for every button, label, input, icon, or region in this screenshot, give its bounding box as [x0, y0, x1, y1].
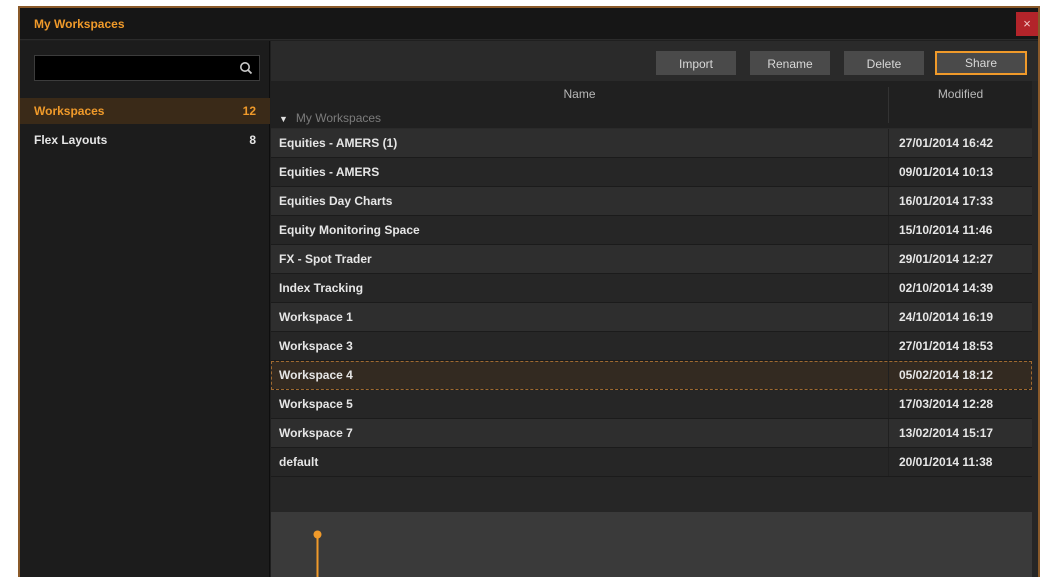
workspace-table: Name Modified ▼ My Workspaces Equities - …: [271, 81, 1032, 477]
workspace-name-cell: Workspace 7: [279, 426, 353, 440]
table-row[interactable]: default 20/01/2014 11:38: [271, 448, 1032, 477]
workspace-name-cell: Index Tracking: [279, 281, 364, 295]
modified-date-cell: 13/02/2014 15:17: [888, 419, 1032, 447]
table-row[interactable]: Equities - AMERS 09/01/2014 10:13: [271, 158, 1032, 187]
modified-date-cell: 09/01/2014 10:13: [888, 158, 1032, 186]
workspace-name-cell: default: [279, 455, 319, 469]
column-header-modified[interactable]: Modified: [888, 87, 1032, 123]
main-panel: Import Rename Delete Share Name Modified…: [271, 41, 1038, 577]
table-row[interactable]: Workspace 5 17/03/2014 12:28: [271, 390, 1032, 419]
workspace-name-cell: Equities - AMERS (1): [279, 136, 398, 150]
table-row[interactable]: Workspace 4 05/02/2014 18:12: [271, 361, 1032, 390]
modified-date-cell: 27/01/2014 16:42: [888, 129, 1032, 157]
modified-date-cell: 05/02/2014 18:12: [888, 361, 1032, 389]
sidebar-item-count: 12: [242, 104, 256, 118]
import-button[interactable]: Import: [656, 51, 736, 75]
table-row[interactable]: Equities - AMERS (1) 27/01/2014 16:42: [271, 129, 1032, 158]
sidebar-item-count: 8: [249, 133, 256, 147]
table-row[interactable]: Workspace 3 27/01/2014 18:53: [271, 332, 1032, 361]
group-label: My Workspaces: [295, 111, 382, 125]
modified-date-cell: 20/01/2014 11:38: [888, 448, 1032, 476]
rename-button[interactable]: Rename: [750, 51, 830, 75]
workspace-name-cell: Equities - AMERS: [279, 165, 380, 179]
sidebar-item-workspaces[interactable]: Workspaces 12: [20, 98, 270, 124]
modified-date-cell: 02/10/2014 14:39: [888, 274, 1032, 302]
search-icon: [240, 62, 253, 75]
modified-date-cell: 29/01/2014 12:27: [888, 245, 1032, 273]
modified-date-cell: 17/03/2014 12:28: [888, 390, 1032, 418]
pointer-marker-icon: [313, 530, 322, 577]
modified-date-cell: 27/01/2014 18:53: [888, 332, 1032, 360]
table-body: Equities - AMERS (1) 27/01/2014 16:42 Equi…: [271, 129, 1032, 477]
modified-date-cell: 24/10/2014 16:19: [888, 303, 1032, 331]
workspace-name-cell: FX - Spot Trader: [279, 252, 372, 266]
workspaces-dialog: My Workspaces × Workspaces 12 Flex Layou…: [18, 6, 1040, 577]
modified-date-cell: 15/10/2014 11:46: [888, 216, 1032, 244]
table-row[interactable]: FX - Spot Trader 29/01/2014 12:27: [271, 245, 1032, 274]
dialog-title: My Workspaces: [34, 17, 125, 31]
collapse-triangle-icon[interactable]: ▼: [279, 114, 288, 124]
table-row[interactable]: Equity Monitoring Space 15/10/2014 11:46: [271, 216, 1032, 245]
table-empty-area: [271, 512, 1032, 577]
sidebar: Workspaces 12 Flex Layouts 8: [20, 41, 270, 577]
search-input[interactable]: [34, 55, 260, 81]
sidebar-item-label: Workspaces: [34, 104, 105, 118]
modified-date-cell: 16/01/2014 17:33: [888, 187, 1032, 215]
workspace-name-cell: Equity Monitoring Space: [279, 223, 420, 237]
title-bar[interactable]: My Workspaces ×: [20, 8, 1038, 40]
table-row[interactable]: Workspace 7 13/02/2014 15:17: [271, 419, 1032, 448]
toolbar: Import Rename Delete Share: [271, 41, 1038, 81]
table-header: Name Modified ▼ My Workspaces: [271, 81, 1032, 129]
sidebar-item-label: Flex Layouts: [34, 133, 108, 147]
close-button[interactable]: ×: [1016, 12, 1038, 36]
workspace-name-cell: Equities Day Charts: [279, 194, 393, 208]
table-row[interactable]: Equities Day Charts 16/01/2014 17:33: [271, 187, 1032, 216]
sidebar-item-flex-layouts[interactable]: Flex Layouts 8: [20, 127, 270, 153]
workspace-name-cell: Workspace 5: [279, 397, 353, 411]
table-row[interactable]: Index Tracking 02/10/2014 14:39: [271, 274, 1032, 303]
workspace-name-cell: Workspace 1: [279, 310, 353, 324]
workspace-name-cell: Workspace 4: [279, 368, 353, 382]
group-row-my-workspaces[interactable]: ▼ My Workspaces: [279, 111, 381, 125]
table-row[interactable]: Workspace 1 24/10/2014 16:19: [271, 303, 1032, 332]
close-icon: ×: [1023, 16, 1031, 31]
delete-button[interactable]: Delete: [844, 51, 924, 75]
workspace-name-cell: Workspace 3: [279, 339, 353, 353]
column-header-name[interactable]: Name: [271, 87, 888, 101]
share-button[interactable]: Share: [935, 51, 1027, 75]
